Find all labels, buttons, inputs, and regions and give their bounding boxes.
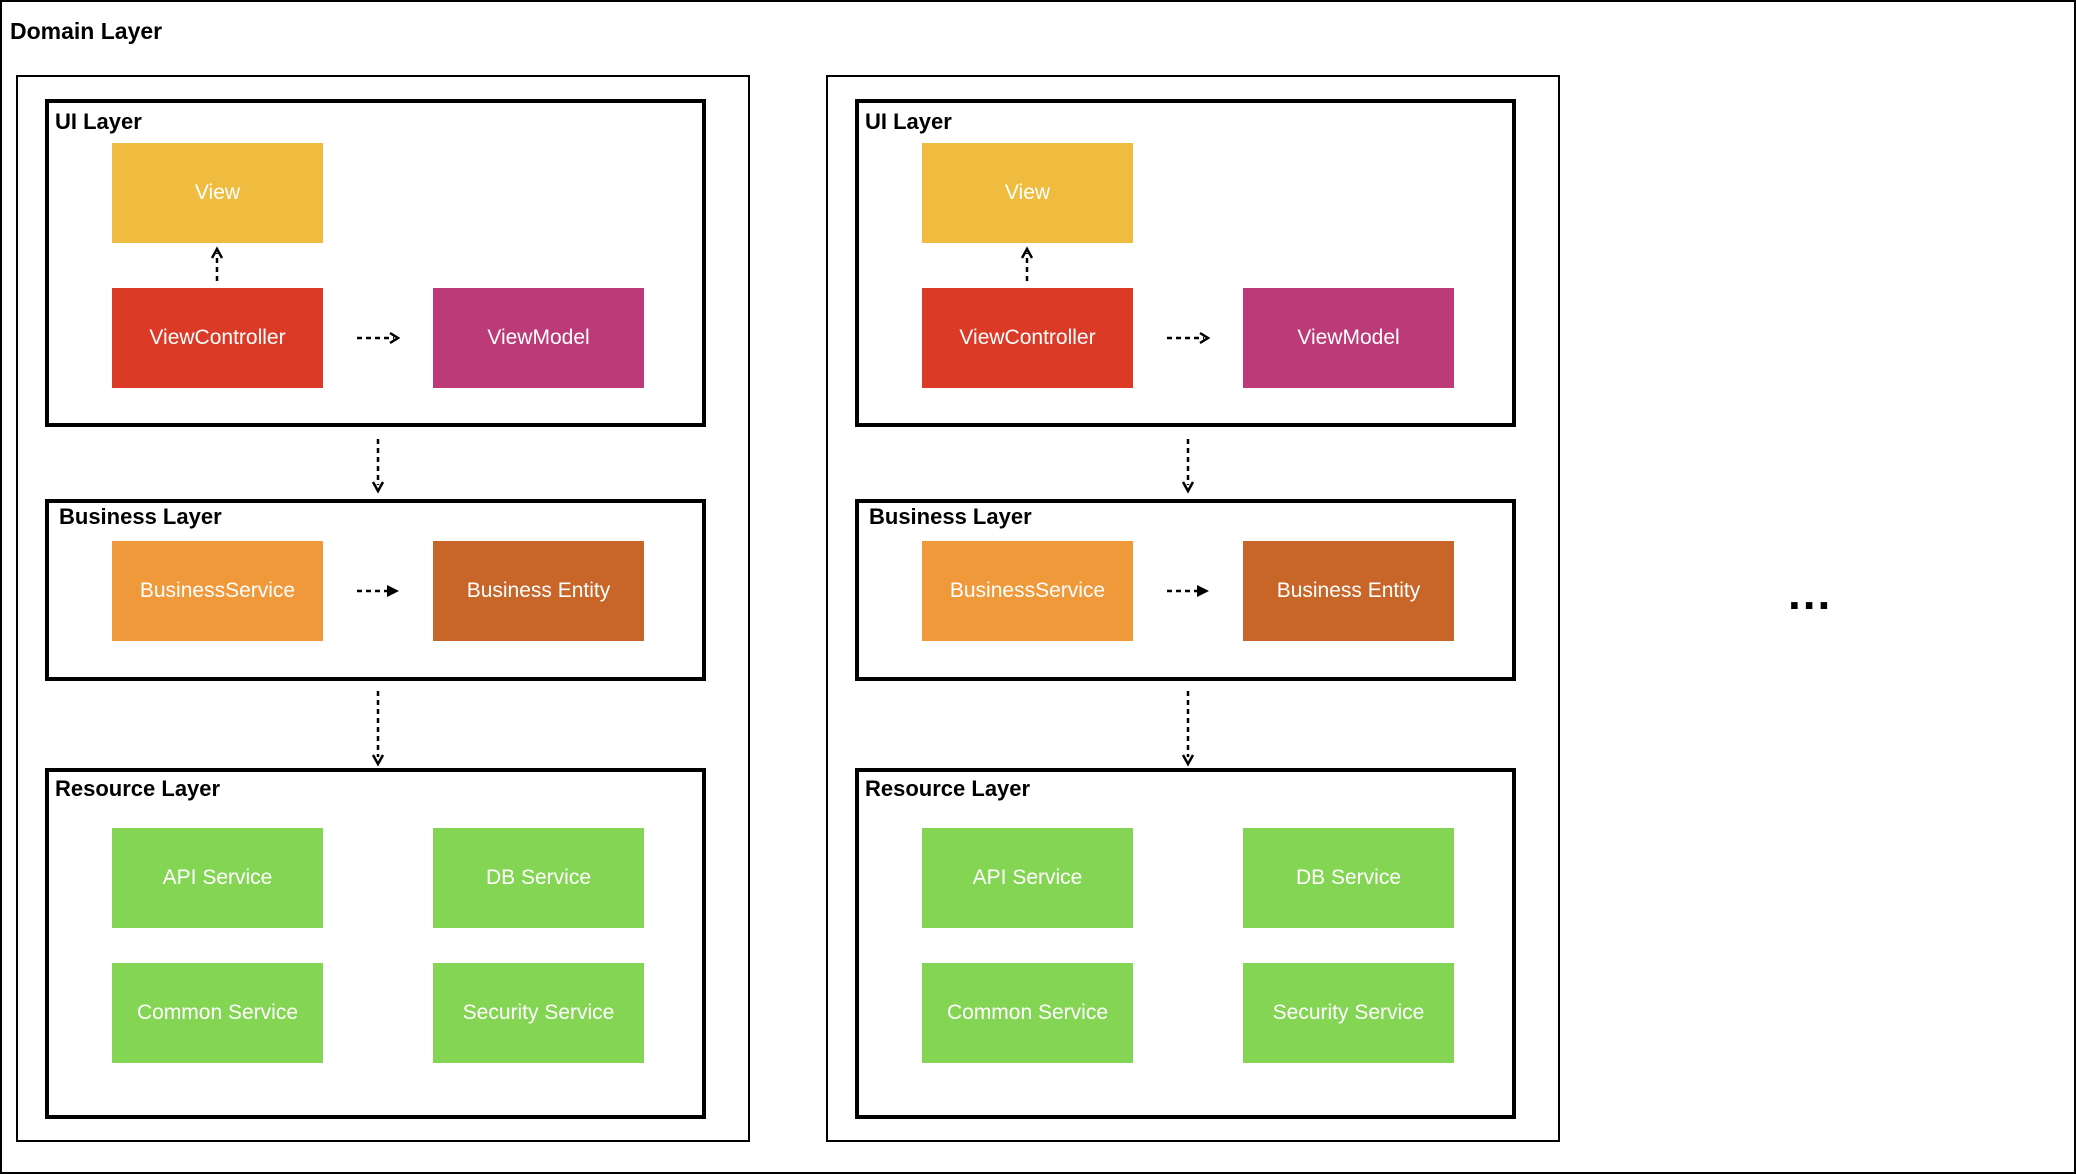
resource-layer-title: Resource Layer (865, 776, 1031, 801)
view-block[interactable]: View (112, 143, 323, 243)
arrow-ui-to-business (371, 439, 385, 494)
view-controller-block[interactable]: ViewController (922, 288, 1133, 388)
view-model-block[interactable]: ViewModel (433, 288, 644, 388)
module-column-1: UI Layer Business Layer Resource Layer V… (16, 75, 750, 1142)
view-model-block[interactable]: ViewModel (1243, 288, 1454, 388)
view-block[interactable]: View (922, 143, 1133, 243)
security-service-block[interactable]: Security Service (433, 963, 644, 1063)
domain-layer-title: Domain Layer (10, 18, 163, 44)
business-service-block[interactable]: BusinessService (922, 541, 1133, 641)
business-layer-title: Business Layer (869, 504, 1032, 529)
api-service-block[interactable]: API Service (112, 828, 323, 928)
api-service-block[interactable]: API Service (922, 828, 1133, 928)
more-modules-ellipsis: ... (1788, 567, 1833, 619)
arrow-ui-to-business (1181, 439, 1195, 494)
view-controller-block[interactable]: ViewController (112, 288, 323, 388)
ui-layer-title: UI Layer (55, 109, 142, 134)
ui-layer-title: UI Layer (865, 109, 952, 134)
security-service-block[interactable]: Security Service (1243, 963, 1454, 1063)
business-service-block[interactable]: BusinessService (112, 541, 323, 641)
db-service-block[interactable]: DB Service (1243, 828, 1454, 928)
resource-layer-title: Resource Layer (55, 776, 221, 801)
module-column-2: UI Layer Business Layer Resource Layer V… (826, 75, 1560, 1142)
common-service-block[interactable]: Common Service (922, 963, 1133, 1063)
common-service-block[interactable]: Common Service (112, 963, 323, 1063)
db-service-block[interactable]: DB Service (433, 828, 644, 928)
resource-layer: Resource Layer (45, 768, 706, 1119)
resource-layer: Resource Layer (855, 768, 1516, 1119)
business-entity-block[interactable]: Business Entity (1243, 541, 1454, 641)
arrow-business-to-resource (371, 691, 385, 767)
business-layer-title: Business Layer (59, 504, 222, 529)
business-entity-block[interactable]: Business Entity (433, 541, 644, 641)
arrow-business-to-resource (1181, 691, 1195, 767)
